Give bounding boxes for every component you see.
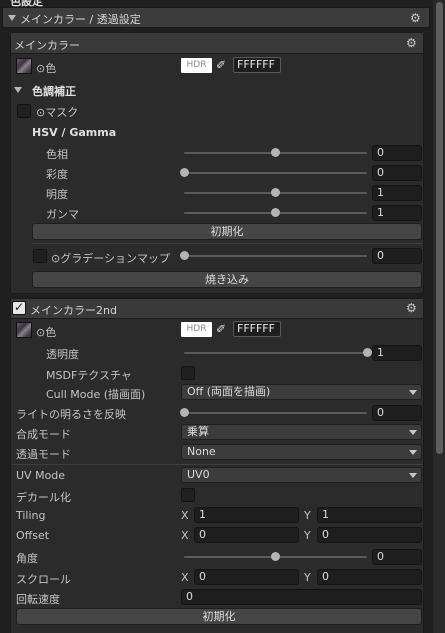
foldout-triangle-icon[interactable] xyxy=(14,87,22,93)
gradient-map-value-field[interactable]: 0 xyxy=(372,248,422,264)
opacity-label: 透明度 xyxy=(46,348,79,361)
hsv-heading: HSV / Gamma xyxy=(32,126,117,139)
light-brightness-value-field[interactable]: 0 xyxy=(372,405,422,421)
divider xyxy=(32,243,422,244)
offset-x-field[interactable]: 0 xyxy=(194,527,299,543)
hue-label: 色相 xyxy=(46,148,68,161)
transparency-mode-dropdown[interactable]: None xyxy=(181,444,422,460)
uv-reset-button[interactable]: 初期化 xyxy=(16,608,422,625)
main-color-2nd-enable-checkbox[interactable] xyxy=(12,300,26,315)
scroll-y-label: Y xyxy=(304,571,311,584)
offset-y-field[interactable]: 0 xyxy=(317,527,422,543)
tiling-x-label: X xyxy=(181,509,189,522)
uv-mode-dropdown[interactable]: UV0 xyxy=(181,467,422,483)
hdr-badge[interactable]: HDR xyxy=(181,58,212,73)
brightness-label: 明度 xyxy=(46,188,68,201)
texture-thumbnail[interactable] xyxy=(16,322,32,338)
saturation-label: 彩度 xyxy=(46,168,68,181)
msdf-checkbox[interactable] xyxy=(181,366,195,380)
main-color-label: ⊙色 xyxy=(36,62,57,75)
rotation-speed-label: 回転速度 xyxy=(16,593,60,606)
blend-mode-label: 合成モード xyxy=(16,428,71,441)
main-color-hex-field[interactable]: FFFFFF xyxy=(233,57,281,73)
tiling-y-label: Y xyxy=(304,509,311,522)
gamma-slider-knob[interactable] xyxy=(271,208,280,217)
chevron-down-icon xyxy=(409,473,417,478)
gradient-map-checkbox[interactable] xyxy=(33,249,47,263)
brightness-slider-knob[interactable] xyxy=(271,188,280,197)
divider xyxy=(12,464,422,465)
tiling-y-field[interactable]: 1 xyxy=(317,507,422,523)
hsv-reset-button[interactable]: 初期化 xyxy=(32,223,422,240)
main-color-panel-header: メインカラー ⚙ xyxy=(11,33,423,54)
uv-mode-value: UV0 xyxy=(187,468,210,481)
cull-mode-dropdown[interactable]: Off (両面を描画) xyxy=(181,384,422,400)
decal-checkbox[interactable] xyxy=(181,488,195,502)
saturation-slider-track[interactable] xyxy=(184,172,367,174)
gear-icon[interactable]: ⚙ xyxy=(410,12,421,24)
gradient-map-slider-knob[interactable] xyxy=(179,251,189,260)
scrollbar[interactable] xyxy=(433,0,445,633)
chevron-down-icon xyxy=(409,450,417,455)
blend-mode-value: 乗算 xyxy=(187,425,209,438)
saturation-slider-knob[interactable] xyxy=(179,168,189,177)
light-brightness-slider-knob[interactable] xyxy=(179,408,189,417)
gamma-label: ガンマ xyxy=(46,208,79,221)
opacity-slider-track[interactable] xyxy=(184,352,367,354)
offset-y-label: Y xyxy=(304,529,311,542)
main-color-title: メインカラー xyxy=(14,39,80,52)
offset-x-label: X xyxy=(181,529,189,542)
section-header-label: メインカラー / 透過設定 xyxy=(20,13,141,26)
gradient-map-slider-track[interactable] xyxy=(184,255,367,257)
cull-mode-label: Cull Mode (描画面) xyxy=(46,388,146,401)
section-header[interactable]: メインカラー / 透過設定 ⚙ xyxy=(2,7,430,28)
offset-label: Offset xyxy=(16,529,50,542)
rotation-speed-field[interactable]: 0 xyxy=(181,589,422,605)
main-color-2nd-panel-header: メインカラー2nd ⚙ xyxy=(11,299,423,319)
cull-mode-value: Off (両面を描画) xyxy=(187,385,271,398)
angle-value-field[interactable]: 0 xyxy=(372,549,422,565)
bake-button[interactable]: 焼き込み xyxy=(32,271,422,288)
gamma-value-field[interactable]: 1 xyxy=(372,205,422,221)
transparency-mode-value: None xyxy=(187,445,216,458)
scroll-x-field[interactable]: 0 xyxy=(194,569,299,585)
gear-icon[interactable]: ⚙ xyxy=(406,37,417,49)
main-color-2nd-color-label: ⊙色 xyxy=(36,326,57,339)
hue-slider-knob[interactable] xyxy=(271,148,280,157)
main-color-2nd-hex-field[interactable]: FFFFFF xyxy=(233,321,281,337)
angle-label: 角度 xyxy=(16,552,38,565)
opacity-value-field[interactable]: 1 xyxy=(372,345,422,361)
foldout-triangle-icon[interactable] xyxy=(8,15,16,21)
tiling-x-field[interactable]: 1 xyxy=(194,507,299,523)
uv-mode-label: UV Mode xyxy=(16,469,66,482)
hue-value-field[interactable]: 0 xyxy=(372,145,422,161)
tiling-label: Tiling xyxy=(16,509,46,522)
eyedropper-icon[interactable]: ✐ xyxy=(216,58,226,72)
scroll-x-label: X xyxy=(181,571,189,584)
scroll-label: スクロール xyxy=(16,573,71,586)
scroll-y-field[interactable]: 0 xyxy=(317,569,422,585)
hdr-badge[interactable]: HDR xyxy=(181,322,212,337)
blend-mode-dropdown[interactable]: 乗算 xyxy=(181,424,422,440)
light-brightness-slider-track[interactable] xyxy=(184,412,367,414)
mask-checkbox[interactable] xyxy=(17,104,31,118)
saturation-value-field[interactable]: 0 xyxy=(372,165,422,181)
mask-label: ⊙マスク xyxy=(36,106,79,119)
chevron-down-icon xyxy=(409,390,417,395)
eyedropper-icon[interactable]: ✐ xyxy=(216,322,226,336)
msdf-label: MSDFテクスチャ xyxy=(46,369,132,382)
scrollbar-thumb[interactable] xyxy=(436,2,443,454)
light-brightness-label: ライトの明るさを反映 xyxy=(16,408,126,421)
decal-label: デカール化 xyxy=(16,491,71,504)
transparency-mode-label: 透過モード xyxy=(16,448,71,461)
gear-icon[interactable]: ⚙ xyxy=(406,302,417,314)
texture-thumbnail[interactable] xyxy=(16,58,32,74)
gradient-map-label: ⊙グラデーションマップ xyxy=(51,252,170,265)
color-correction-label: 色調補正 xyxy=(32,85,76,98)
chevron-down-icon xyxy=(409,430,417,435)
angle-slider-knob[interactable] xyxy=(271,552,280,561)
brightness-value-field[interactable]: 1 xyxy=(372,185,422,201)
main-color-2nd-title: メインカラー2nd xyxy=(30,304,117,317)
opacity-slider-knob[interactable] xyxy=(362,348,372,357)
